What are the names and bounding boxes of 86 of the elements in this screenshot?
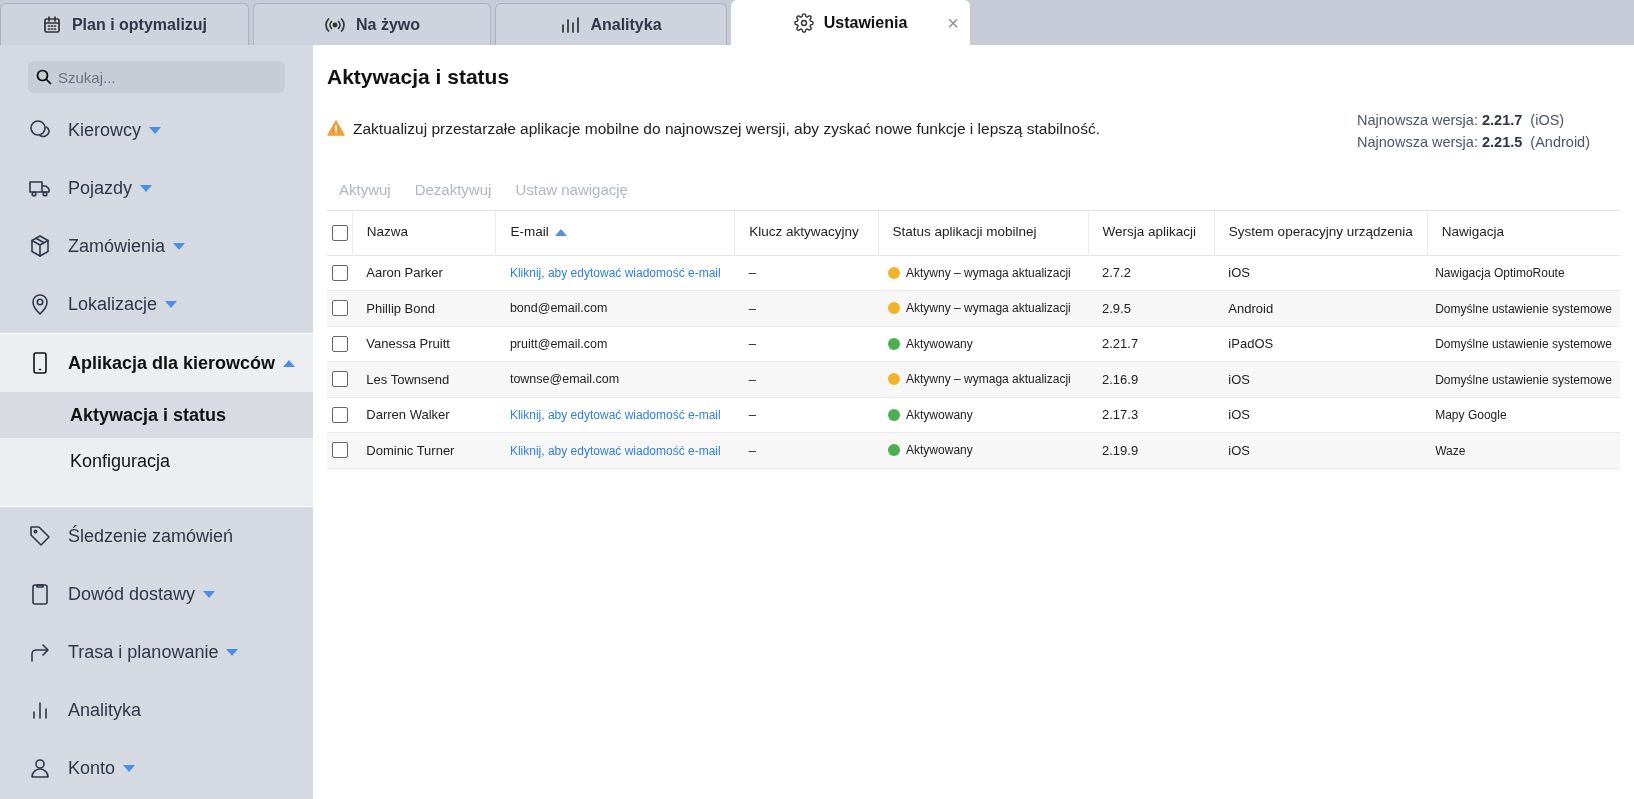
table-cell-text: Aktywny – wymaga aktualizacji <box>906 264 1071 282</box>
column-header[interactable]: Status aplikacji mobilnej <box>892 222 1037 243</box>
column-header[interactable]: Nawigacja <box>1441 222 1504 243</box>
table-cell-text: Aktywowany <box>906 335 973 353</box>
settings-icon <box>793 13 814 33</box>
checkbox[interactable] <box>332 442 348 459</box>
table-cell-text: Aktywowany <box>906 442 973 460</box>
table-cell: iOS <box>1228 407 1251 422</box>
user-icon <box>28 756 52 780</box>
sidebar-subitem[interactable]: Aktywacja i status <box>0 392 313 438</box>
search-field[interactable]: Szukaj... <box>28 61 285 93</box>
table-cell: Mapy Google <box>1435 408 1507 422</box>
table-cell: Darren Walker <box>366 407 450 422</box>
checkbox[interactable] <box>332 406 348 423</box>
broadcast-icon <box>324 15 346 34</box>
table-cell: iOS <box>1228 371 1251 387</box>
checkbox[interactable] <box>332 264 348 281</box>
table-cell: Les Townsend <box>366 371 450 387</box>
sidebar-item[interactable]: Kierowcy <box>0 101 313 159</box>
table-cell: pruitt@email.com <box>509 336 608 351</box>
calendar-icon <box>41 14 62 35</box>
table-cell: Waze <box>1435 443 1466 458</box>
table-cell: – <box>748 265 756 280</box>
column-header[interactable]: E-mail <box>510 222 567 243</box>
table-cell: Android <box>1228 300 1274 316</box>
page-title: Aktywacja i status <box>327 64 511 90</box>
email-link[interactable]: Kliknij, aby edytować wiadomość e-mail <box>509 443 721 458</box>
table-cell: Vanessa Pruitt <box>366 336 450 351</box>
warning-icon <box>327 120 345 137</box>
sidebar-subitem[interactable]: Konfiguracja <box>0 438 313 484</box>
column-header[interactable]: Klucz aktywacyjny <box>749 222 859 243</box>
warning-message: Zaktualizuj przestarzałe aplikacje mobilne do najnowszej wersji, aby zyskać nowe funkcje i lepszą stabilność. <box>353 118 1100 139</box>
table-cell: 2.17.3 <box>1102 407 1139 422</box>
sidebar-item[interactable]: Konto <box>0 739 313 797</box>
table-cell-text: Aktywowany <box>906 406 973 424</box>
caret-up-icon <box>554 229 567 236</box>
sidebar-item[interactable]: Trasa i planowanie <box>0 623 313 681</box>
table-cell: Domyślne ustawienie systemowe <box>1435 372 1612 387</box>
table-cell: – <box>748 336 756 351</box>
bar-chart-icon <box>560 15 581 34</box>
sidebar-item[interactable]: Zamówienia <box>0 217 313 275</box>
table-cell: Aaron Parker <box>366 265 443 280</box>
table-cell: – <box>748 407 756 422</box>
table-cell-text: Aktywny – wymaga aktualizacji <box>906 300 1071 318</box>
sidebar-item[interactable]: Lokalizacje <box>0 275 313 333</box>
table-cell: 2.9.5 <box>1102 300 1131 316</box>
table-cell: 2.19.9 <box>1102 442 1139 458</box>
table-cell: bond@email.com <box>509 301 608 316</box>
table-cell: iOS <box>1228 265 1251 280</box>
table-cell: townse@email.com <box>509 372 620 387</box>
sidebar-item[interactable]: Śledzenie zamówień <box>0 507 313 565</box>
tab[interactable]: Na żywo <box>253 3 491 45</box>
table-cell: 2.7.2 <box>1102 265 1131 280</box>
checkbox[interactable] <box>332 224 348 241</box>
tab[interactable]: Ustawienia × <box>731 0 970 45</box>
table-cell: Nawigacja OptimoRoute <box>1435 266 1565 280</box>
email-link[interactable]: Kliknij, aby edytować wiadomość e-mail <box>509 266 721 280</box>
table-cell: Domyślne ustawienie systemowe <box>1435 337 1612 351</box>
table-cell: 2.16.9 <box>1102 371 1139 387</box>
checkbox[interactable] <box>332 300 348 317</box>
checkbox[interactable] <box>332 371 348 388</box>
table-cell: 2.21.7 <box>1102 336 1139 351</box>
column-header[interactable]: Nazwa <box>366 222 409 243</box>
tab[interactable]: Plan i optymalizuj <box>0 3 249 45</box>
table-cell: – <box>748 300 756 316</box>
sidebar-item[interactable]: Pojazdy <box>0 159 313 217</box>
table-cell: – <box>748 442 756 458</box>
table-cell-text: Aktywny – wymaga aktualizacji <box>906 371 1071 389</box>
table-cell: Domyślne ustawienie systemowe <box>1435 301 1612 316</box>
tag-icon <box>28 524 52 548</box>
sidebar-item[interactable]: Analityka <box>0 681 313 739</box>
column-header[interactable]: Wersja aplikacji <box>1102 222 1197 243</box>
table-cell: iOS <box>1228 442 1251 458</box>
table-cell: Phillip Bond <box>366 300 435 316</box>
sidebar-item[interactable]: Aplikacja dla kierowców <box>0 334 313 392</box>
table-cell: – <box>748 371 756 387</box>
email-link[interactable]: Kliknij, aby edytować wiadomość e-mail <box>509 408 721 422</box>
version-info: Najnowsza wersja: 2.21.7 (iOS) <box>1357 111 1566 130</box>
sidebar-item[interactable]: Dowód dostawy <box>0 565 313 623</box>
column-header[interactable]: System operacyjny urządzenia <box>1228 222 1413 243</box>
checkbox[interactable] <box>332 335 348 352</box>
tab[interactable]: Analityka <box>495 3 727 45</box>
version-info: Najnowsza wersja: 2.21.5 (Android) <box>1357 133 1590 152</box>
table-cell: iPadOS <box>1228 336 1274 351</box>
table-cell: Dominic Turner <box>366 442 455 458</box>
box-icon <box>28 234 52 258</box>
